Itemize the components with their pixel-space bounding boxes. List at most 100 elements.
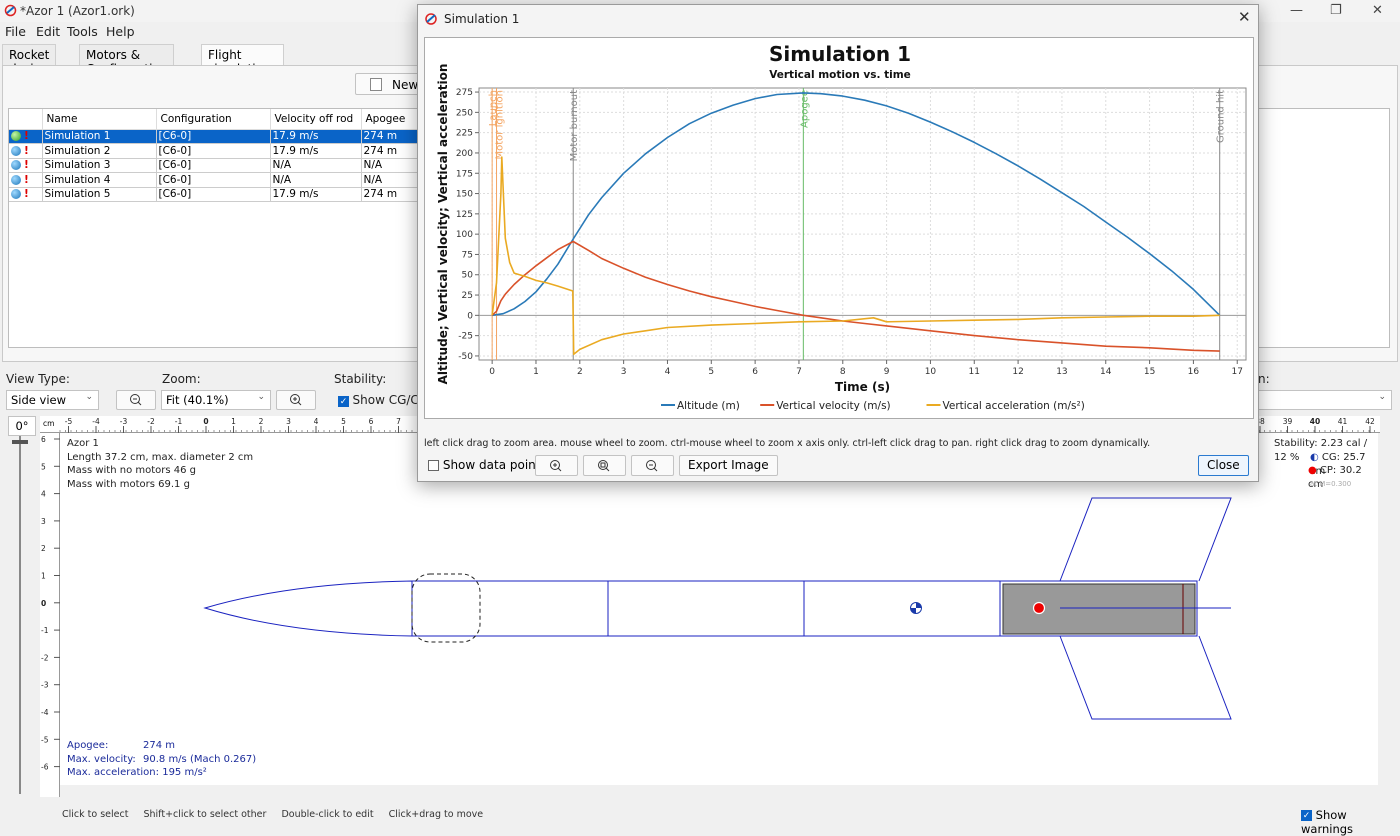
ruler-tick-label: 2 <box>41 544 46 553</box>
stability-label: Stability: <box>334 372 387 386</box>
cell-config: [C6-0] <box>156 129 271 144</box>
chevron-down-icon: ⌄ <box>1378 392 1386 402</box>
simulation-plot-dialog: Simulation 1 ✕ Simulation 1 Vertical moti… <box>417 4 1259 482</box>
dialog-title: Simulation 1 <box>444 12 520 26</box>
plot-zoom-reset-button[interactable] <box>583 455 626 476</box>
show-data-points-checkbox[interactable]: Show data points <box>428 458 547 472</box>
col-velocity-off-rod[interactable]: Velocity off rod <box>270 109 362 130</box>
menu-tools[interactable]: Tools <box>67 24 98 39</box>
table-row[interactable]: ! Simulation 2 [C6-0] 17.9 m/s 274 m <box>9 143 420 159</box>
tab-motors-configuration[interactable]: Motors & Configuration <box>79 44 175 76</box>
zoom-in-button[interactable] <box>276 390 316 410</box>
y-tick-label: 275 <box>456 88 473 98</box>
new-simulation-button[interactable]: New <box>355 73 420 95</box>
rotation-slider-track[interactable] <box>19 436 21 794</box>
configuration-select[interactable]: ⌄ <box>1258 390 1392 410</box>
export-image-button[interactable]: Export Image <box>679 455 778 476</box>
x-tick-label: 6 <box>752 367 758 377</box>
show-warnings-checkbox[interactable]: ✓ Show warnings <box>1301 808 1400 836</box>
cell-name: Simulation 3 <box>42 158 157 173</box>
status-uptodate-icon <box>11 131 21 142</box>
ruler-tick-label: -3 <box>41 681 49 690</box>
warning-icon: ! <box>24 188 29 201</box>
ruler-tick-label: -5 <box>41 735 49 744</box>
body-tube-3 <box>803 580 1001 637</box>
show-cgcp-checkbox[interactable]: ✓ Show CG/CP <box>338 393 426 407</box>
dialog-close-icon[interactable]: ✕ <box>1238 8 1251 26</box>
legend-label: Vertical velocity (m/s) <box>776 400 890 412</box>
zoom-select[interactable]: Fit (40.1%) ⌄ <box>161 390 271 410</box>
dialog-close-button[interactable]: Close <box>1198 455 1249 476</box>
plot-area[interactable]: Simulation 1 Vertical motion vs. time 0 1 2 3… <box>424 37 1254 419</box>
ruler-tick-label: 0 <box>41 599 46 608</box>
tab-flight-simulations[interactable]: Flight simulations <box>201 44 284 76</box>
y-tick-label: -50 <box>458 352 473 362</box>
rocket-drawing <box>203 497 1232 720</box>
motor <box>1002 583 1196 635</box>
window-title: *Azor 1 (Azor1.ork) <box>20 4 135 18</box>
x-tick-label: 0 <box>489 367 495 377</box>
ruler-tick-label: 5 <box>341 417 346 426</box>
status-bar: Click to select Shift+click to select ot… <box>62 809 483 820</box>
warning-icon: ! <box>24 144 29 157</box>
x-tick-label: 15 <box>1144 367 1155 377</box>
ruler-tick-label: -5 <box>65 417 73 426</box>
table-row[interactable]: ! Simulation 4 [C6-0] N/A N/A <box>9 172 420 188</box>
menu-help[interactable]: Help <box>106 24 135 39</box>
vertical-ruler: 6 5 4 3 2 1 0 -1 -2 -3 -4 -5 -6 <box>40 433 60 797</box>
col-apogee[interactable]: Apogee <box>361 109 420 130</box>
app-icon <box>4 4 17 17</box>
y-tick-label: 250 <box>456 108 473 118</box>
plot-zoom-out-button[interactable] <box>631 455 674 476</box>
checkbox-box <box>428 460 439 471</box>
ruler-tick-label: -2 <box>147 417 155 426</box>
y-tick-label: 0 <box>467 311 473 321</box>
maximize-icon[interactable]: ❐ <box>1330 3 1342 18</box>
col-name[interactable]: Name <box>42 109 157 130</box>
cell-name: Simulation 1 <box>42 129 157 144</box>
ruler-tick-label: 1 <box>231 417 236 426</box>
rotation-field[interactable]: 0° <box>8 416 36 436</box>
status-outdated-icon <box>11 174 21 185</box>
y-tick-label: 50 <box>462 271 474 281</box>
zoom-out-button[interactable] <box>116 390 156 410</box>
menu-file[interactable]: File <box>5 24 26 39</box>
chart[interactable]: Simulation 1Vertical motion vs. time0 1 2 3… <box>425 38 1255 420</box>
plot-zoom-in-button[interactable] <box>535 455 578 476</box>
ruler-tick-label: -2 <box>41 653 49 662</box>
ruler-tick-label: 3 <box>41 517 46 526</box>
y-tick-label: 75 <box>462 250 473 260</box>
table-row[interactable]: ! Simulation 1 [C6-0] 17.9 m/s 274 m <box>9 129 420 144</box>
status-outdated-icon <box>11 189 21 200</box>
cell-velocity: 17.9 m/s <box>270 129 362 144</box>
x-tick-label: 16 <box>1188 367 1200 377</box>
rocket-figure[interactable]: Azor 1 Length 37.2 cm, max. diameter 2 c… <box>60 433 1378 785</box>
y-tick-label: -25 <box>458 332 473 342</box>
cell-name: Simulation 4 <box>42 172 157 188</box>
ruler-tick-label: 6 <box>41 435 46 444</box>
table-row[interactable]: ! Simulation 3 [C6-0] N/A N/A <box>9 158 420 173</box>
event-label: Motor burnout <box>569 90 580 161</box>
close-window-icon[interactable]: ✕ <box>1372 3 1383 18</box>
zoom-in-icon <box>290 394 302 406</box>
x-tick-label: 13 <box>1056 367 1067 377</box>
ruler-tick-label: -6 <box>41 763 49 772</box>
x-tick-label: 12 <box>1012 367 1023 377</box>
minimize-icon[interactable]: — <box>1290 3 1303 18</box>
view-type-select[interactable]: Side view ⌄ <box>6 390 99 410</box>
tab-rocket-design[interactable]: Rocket design <box>2 44 57 76</box>
ruler-tick-label: -3 <box>120 417 128 426</box>
cell-name: Simulation 5 <box>42 187 157 202</box>
chevron-down-icon: ⌄ <box>257 392 265 402</box>
ruler-tick-label: 3 <box>286 417 291 426</box>
warning-icon: ! <box>24 130 29 143</box>
y-tick-label: 125 <box>456 210 473 220</box>
status-outdated-icon <box>11 145 21 156</box>
col-configuration[interactable]: Configuration <box>156 109 271 130</box>
cell-apogee: N/A <box>361 172 420 188</box>
event-label: Motor ignition <box>495 90 506 159</box>
table-row[interactable]: ! Simulation 5 [C6-0] 17.9 m/s 274 m <box>9 187 420 202</box>
rotation-slider-thumb[interactable] <box>12 440 28 444</box>
cp-marker-icon <box>1032 601 1046 615</box>
menu-edit[interactable]: Edit <box>36 24 60 39</box>
